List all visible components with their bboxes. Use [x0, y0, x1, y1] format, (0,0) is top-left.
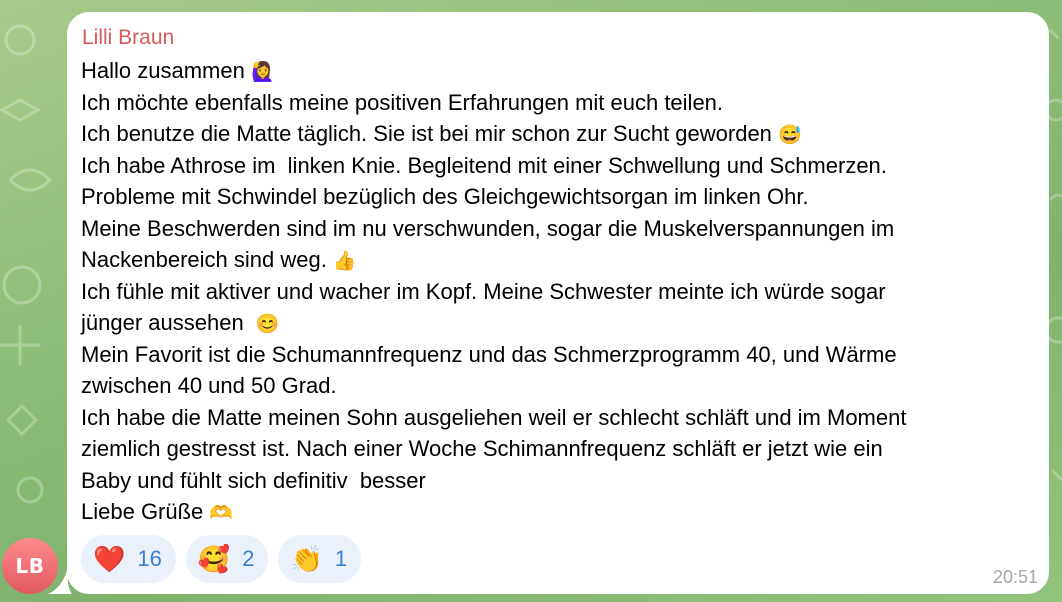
message-line-text: Baby und fühlt sich definitiv besser: [81, 467, 426, 493]
reaction-count: 2: [242, 546, 255, 571]
message-line: Ich benutze die Matte täglich. Sie ist b…: [81, 118, 1041, 150]
heart-reaction[interactable]: ❤️ 16: [81, 535, 176, 583]
message-line-text: Ich möchte ebenfalls meine positiven Erf…: [81, 89, 724, 115]
message-line: Meine Beschwerden sind im nu verschwunde…: [81, 213, 1041, 245]
emoji-icon: 😅: [778, 125, 802, 146]
message-line-text: Ich habe die Matte meinen Sohn ausgelieh…: [81, 404, 907, 430]
reaction-count: 16: [137, 546, 162, 571]
emoji-icon: 😊: [255, 314, 280, 335]
message-line: Ich habe Athrose im linken Knie. Begleit…: [81, 150, 1041, 182]
reactions-bar: ❤️ 16 🥰 2 👏 1: [81, 535, 362, 583]
message-text: Hallo zusammen 🙋‍♀️ Ich möchte ebenfalls …: [81, 55, 1041, 528]
message-line: Ich möchte ebenfalls meine positiven Erf…: [81, 87, 1041, 119]
smiling-hearts-reaction[interactable]: 🥰 2: [185, 535, 269, 583]
message-line-text: Hallo zusammen: [81, 58, 251, 83]
message-line: Liebe Grüße 🫶: [81, 496, 1041, 528]
message-line-text: Ich habe Athrose im linken Knie. Begleit…: [81, 152, 887, 178]
message-line: jünger aussehen 😊: [81, 307, 1041, 339]
emoji-icon: 👍: [332, 251, 357, 272]
emoji-icon: 🙋‍♀️: [250, 62, 275, 83]
message-time: 20:51: [992, 567, 1038, 587]
avatar-initials: LB: [15, 554, 45, 578]
message-line-text: Ich benutze die Matte täglich. Sie ist b…: [81, 121, 779, 146]
message-line: Mein Favorit ist die Schumannfrequenz un…: [81, 339, 1041, 371]
message-line: Probleme mit Schwindel bezüglich des Gle…: [81, 181, 1041, 213]
message-line-text: Meine Beschwerden sind im nu verschwunde…: [81, 215, 895, 241]
message-line: zwischen 40 und 50 Grad.: [81, 370, 1041, 402]
message-line-text: Mein Favorit ist die Schumannfrequenz un…: [81, 341, 897, 367]
message-line: Baby und fühlt sich definitiv besser: [81, 465, 1041, 497]
message-line-text: zwischen 40 und 50 Grad.: [81, 373, 337, 398]
message-line-text: Liebe Grüße: [81, 499, 210, 524]
avatar[interactable]: LB: [2, 538, 58, 594]
clapping-reaction[interactable]: 👏 1: [278, 535, 362, 583]
reaction-emoji-icon: 🥰: [197, 544, 231, 574]
reaction-emoji-icon: ❤️: [93, 544, 126, 574]
message-line: ziemlich gestresst ist. Nach einer Woche…: [81, 433, 1041, 465]
message-line: Hallo zusammen 🙋‍♀️: [81, 55, 1041, 87]
message-line-text: ziemlich gestresst ist. Nach einer Woche…: [81, 436, 883, 461]
message-line-text: Ich fühle mit aktiver und wacher im Kopf…: [81, 278, 886, 304]
emoji-icon: 🫶: [209, 503, 234, 524]
message-line-text: jünger aussehen: [81, 310, 256, 335]
message-line-text: Probleme mit Schwindel bezüglich des Gle…: [81, 184, 809, 209]
message-line: Nackenbereich sind weg. 👍: [81, 244, 1041, 276]
message-line-text: Nackenbereich sind weg.: [81, 247, 333, 272]
message-line: Ich fühle mit aktiver und wacher im Kopf…: [81, 276, 1041, 308]
sender-name[interactable]: Lilli Braun: [82, 26, 174, 50]
message-line: Ich habe die Matte meinen Sohn ausgelieh…: [81, 402, 1041, 434]
reaction-count: 1: [334, 546, 348, 571]
reaction-emoji-icon: 👏: [290, 544, 323, 574]
